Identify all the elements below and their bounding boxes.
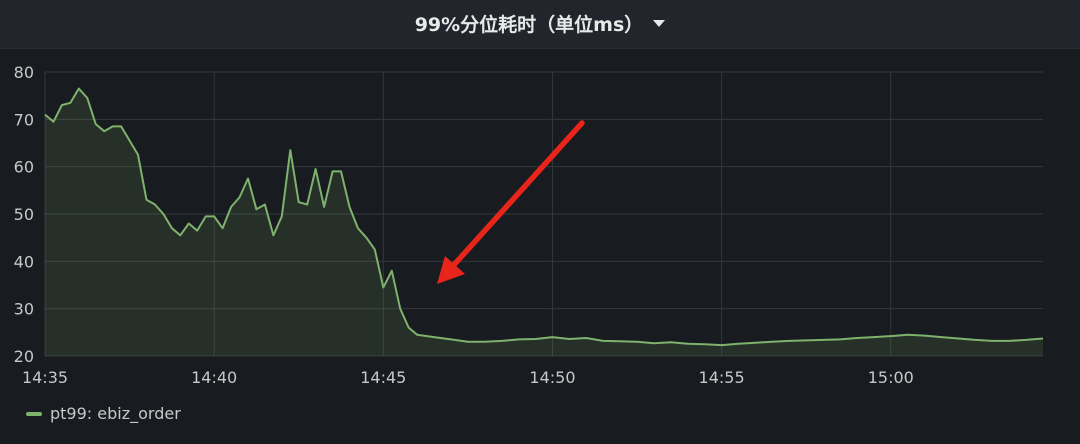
x-tick-label: 14:45 xyxy=(360,368,406,387)
legend-item[interactable]: pt99: ebiz_order xyxy=(26,404,181,423)
panel-header: 99%分位耗时（单位ms） xyxy=(0,0,1080,49)
x-tick-label: 15:00 xyxy=(868,368,914,387)
x-tick-label: 14:40 xyxy=(191,368,237,387)
y-tick-label: 70 xyxy=(14,110,34,129)
y-tick-label: 30 xyxy=(14,300,34,319)
y-tick-label: 60 xyxy=(14,158,34,177)
panel-title-menu[interactable]: 99%分位耗时（单位ms） xyxy=(0,10,1080,37)
y-tick-label: 40 xyxy=(14,252,34,271)
annotation-arrow-shaft xyxy=(449,120,585,270)
graph-panel: 99%分位耗时（单位ms） 20 30 40 50 60 70 80 14:35 14:40 14… xyxy=(0,0,1080,444)
legend-label: pt99: ebiz_order xyxy=(50,404,181,423)
x-tick-label: 14:55 xyxy=(699,368,745,387)
x-tick-label: 14:50 xyxy=(529,368,575,387)
legend-swatch xyxy=(26,411,42,416)
series-area-fill xyxy=(45,88,1043,356)
annotation-layer xyxy=(437,120,585,284)
time-series-chart[interactable]: 20 30 40 50 60 70 80 14:35 14:40 14:45 14:50 14:55 1… xyxy=(0,48,1080,400)
panel-title: 99%分位耗时（单位ms） xyxy=(414,14,644,36)
y-tick-label: 50 xyxy=(14,205,34,224)
x-tick-label: 14:35 xyxy=(22,368,68,387)
y-tick-label: 80 xyxy=(14,63,34,82)
y-tick-label: 20 xyxy=(14,347,34,366)
series-layer xyxy=(44,87,1044,356)
caret-down-icon xyxy=(653,20,666,27)
